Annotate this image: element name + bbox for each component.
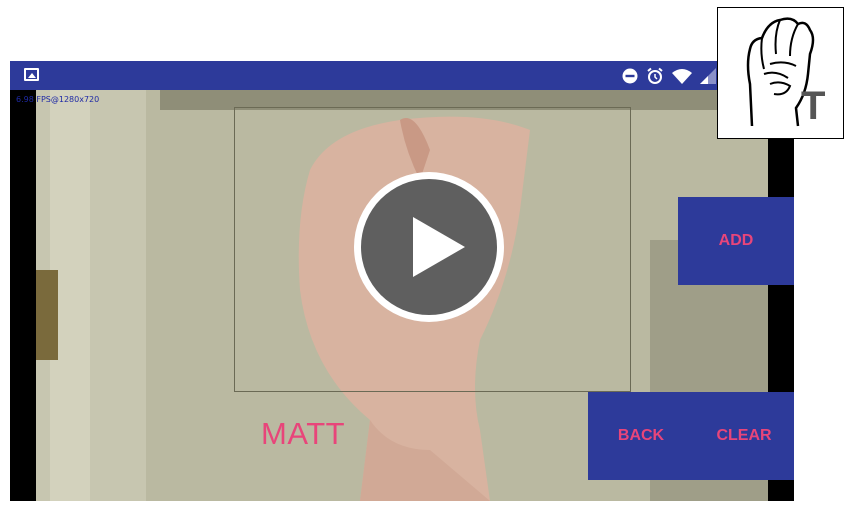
image-icon	[24, 68, 39, 81]
back-button[interactable]: BACK	[588, 392, 694, 480]
fps-label: 6.98 FPS@1280x720	[16, 95, 100, 104]
recognized-word: MATT	[261, 416, 346, 451]
status-bar	[10, 61, 794, 90]
do-not-disturb-icon	[622, 68, 638, 84]
alarm-icon	[647, 67, 663, 84]
letterbox-left	[10, 90, 36, 501]
camera-preview[interactable]: 6.98 FPS@1280x720 MATT ADD BACK CLEAR	[10, 90, 794, 501]
play-icon	[361, 179, 497, 315]
add-button[interactable]: ADD	[678, 197, 794, 285]
signal-icon	[700, 68, 716, 84]
status-icons	[622, 66, 716, 86]
play-button[interactable]	[354, 172, 504, 322]
sign-letter: T	[801, 84, 826, 128]
sign-reference-card: T	[717, 7, 844, 139]
wifi-icon	[672, 69, 692, 84]
action-panel: BACK CLEAR	[588, 392, 794, 480]
clear-button[interactable]: CLEAR	[694, 392, 794, 480]
